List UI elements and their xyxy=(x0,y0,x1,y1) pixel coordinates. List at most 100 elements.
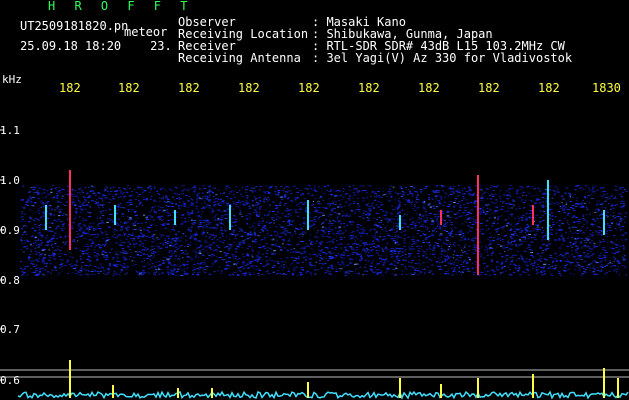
noise-pixel xyxy=(426,242,430,244)
noise-pixel xyxy=(504,219,507,221)
noise-pixel xyxy=(418,267,420,269)
noise-pixel xyxy=(207,252,209,254)
noise-pixel xyxy=(190,258,194,260)
noise-pixel xyxy=(50,214,52,216)
noise-pixel xyxy=(598,203,601,205)
noise-pixel xyxy=(166,235,169,237)
noise-pixel xyxy=(149,259,152,261)
noise-pixel xyxy=(257,250,259,252)
noise-pixel xyxy=(403,242,406,244)
noise-pixel xyxy=(119,271,121,273)
noise-pixel xyxy=(551,219,553,220)
noise-pixel xyxy=(585,229,587,231)
noise-pixel xyxy=(313,185,315,186)
noise-pixel xyxy=(218,257,222,258)
noise-pixel xyxy=(459,271,462,273)
noise-pixel xyxy=(524,263,528,265)
noise-pixel xyxy=(162,235,164,237)
noise-pixel xyxy=(72,203,74,205)
noise-pixel xyxy=(309,258,312,260)
noise-pixel xyxy=(467,193,471,194)
noise-pixel xyxy=(221,222,223,224)
noise-pixel xyxy=(530,241,534,243)
noise-pixel xyxy=(524,261,528,263)
noise-pixel xyxy=(140,241,142,243)
noise-pixel xyxy=(572,209,576,211)
noise-pixel xyxy=(162,225,165,226)
noise-pixel xyxy=(558,229,561,230)
noise-pixel xyxy=(145,199,147,201)
noise-pixel xyxy=(214,201,217,203)
noise-pixel xyxy=(318,217,321,219)
noise-pixel xyxy=(302,231,305,233)
noise-pixel xyxy=(288,219,291,221)
noise-pixel xyxy=(147,226,150,228)
noise-pixel xyxy=(436,225,439,227)
noise-pixel xyxy=(298,271,301,273)
noise-pixel xyxy=(221,211,223,212)
noise-pixel xyxy=(466,232,469,234)
noise-pixel xyxy=(215,227,218,229)
noise-pixel xyxy=(42,215,45,217)
noise-pixel xyxy=(314,269,316,271)
noise-pixel xyxy=(605,264,609,266)
noise-pixel xyxy=(23,226,25,227)
noise-pixel xyxy=(622,202,625,204)
noise-pixel xyxy=(106,197,108,198)
noise-pixel xyxy=(236,274,240,276)
noise-pixel xyxy=(245,265,248,267)
noise-pixel xyxy=(512,204,515,206)
noise-pixel xyxy=(253,196,256,198)
noise-pixel xyxy=(625,190,628,192)
noise-pixel xyxy=(543,239,545,241)
noise-pixel xyxy=(216,225,219,227)
noise-pixel xyxy=(472,247,476,249)
noise-pixel xyxy=(452,243,455,245)
noise-pixel xyxy=(179,260,181,262)
noise-pixel xyxy=(552,260,555,262)
noise-pixel xyxy=(81,204,85,206)
noise-pixel xyxy=(146,263,148,265)
noise-pixel xyxy=(340,223,342,225)
noise-pixel xyxy=(490,260,494,262)
noise-pixel xyxy=(245,215,248,217)
noise-pixel xyxy=(118,206,121,208)
noise-pixel xyxy=(324,227,327,229)
noise-pixel xyxy=(302,194,305,196)
noise-pixel xyxy=(311,193,314,195)
noise-pixel xyxy=(141,270,145,272)
noise-pixel xyxy=(502,262,504,264)
noise-pixel xyxy=(61,195,65,197)
noise-pixel xyxy=(366,249,370,251)
noise-pixel xyxy=(248,274,251,276)
noise-pixel xyxy=(562,209,565,211)
noise-pixel xyxy=(116,212,119,214)
noise-pixel xyxy=(619,219,621,221)
noise-pixel xyxy=(85,269,88,271)
noise-pixel xyxy=(613,270,615,272)
noise-pixel xyxy=(447,195,449,197)
noise-pixel xyxy=(300,272,303,274)
noise-pixel xyxy=(140,201,142,203)
noise-pixel xyxy=(597,226,601,228)
noise-pixel xyxy=(453,268,456,270)
noise-pixel xyxy=(444,265,447,266)
noise-pixel xyxy=(287,209,290,211)
noise-pixel xyxy=(437,200,441,202)
noise-pixel xyxy=(188,227,190,229)
noise-pixel xyxy=(553,194,556,196)
noise-pixel xyxy=(565,270,568,272)
noise-pixel xyxy=(371,249,374,251)
noise-pixel xyxy=(527,274,531,276)
noise-pixel xyxy=(121,242,123,244)
noise-pixel xyxy=(328,241,331,243)
noise-pixel xyxy=(52,252,54,254)
noise-pixel xyxy=(176,271,179,272)
noise-pixel xyxy=(184,253,186,255)
noise-pixel xyxy=(550,229,553,231)
noise-pixel xyxy=(158,264,162,266)
noise-pixel xyxy=(241,216,244,217)
noise-pixel xyxy=(317,203,320,205)
noise-pixel xyxy=(481,222,484,224)
noise-pixel xyxy=(305,245,308,247)
